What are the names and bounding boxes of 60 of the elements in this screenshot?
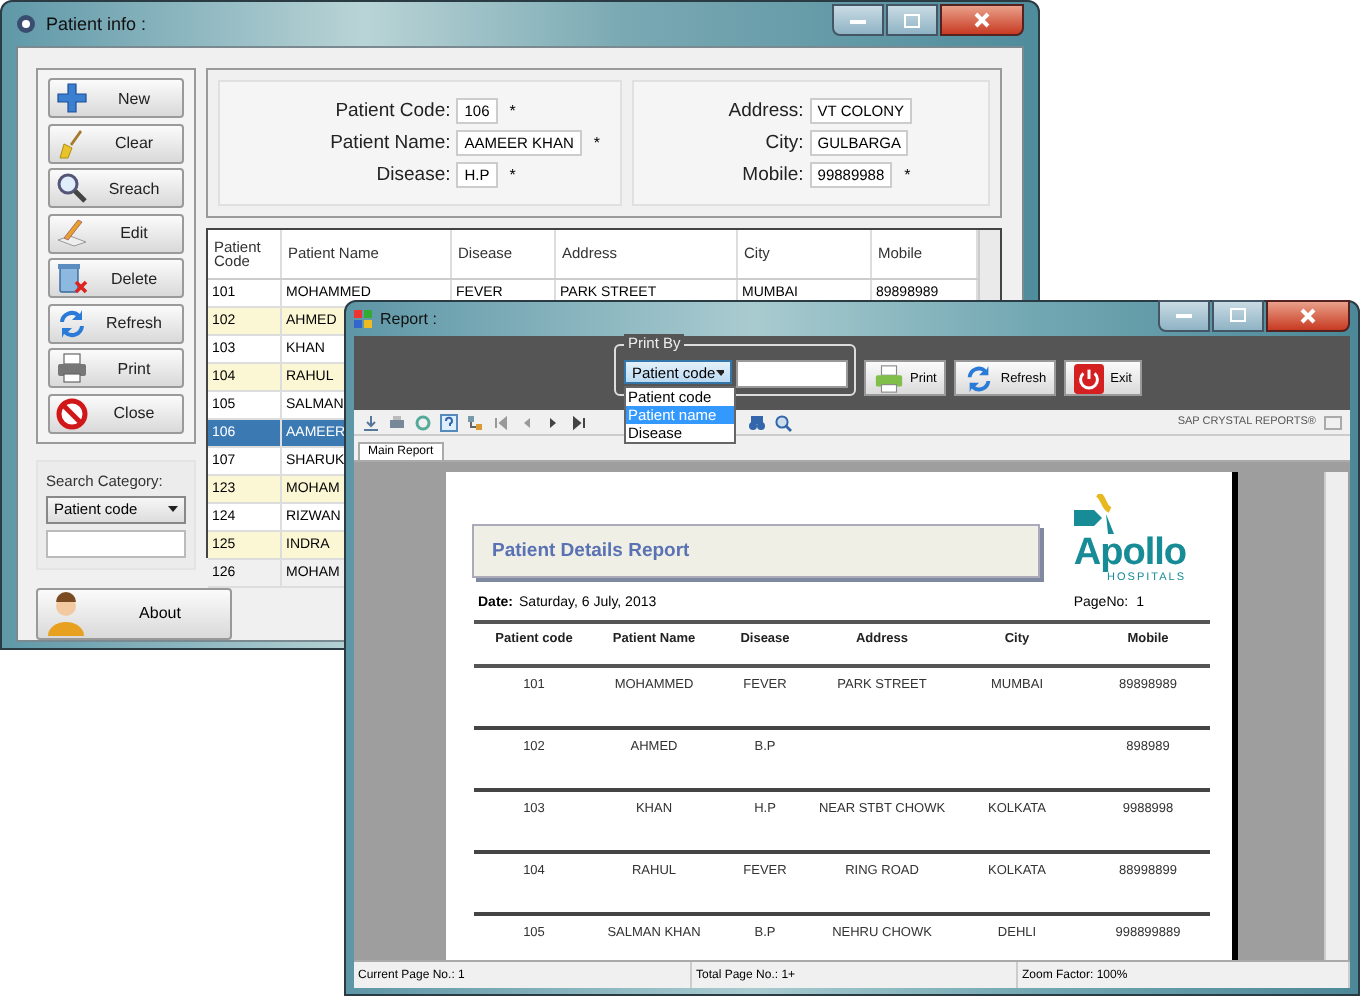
printer-icon [874,363,904,393]
toolbar-button[interactable]: Sreach [48,168,184,208]
maximize-button[interactable] [886,4,938,36]
last-page-icon[interactable] [570,413,588,431]
required-mark: * [593,134,600,152]
required-mark: * [509,102,516,120]
scrollbar[interactable] [1324,472,1348,960]
field-label: Patient Code: [333,100,451,122]
printer-icon [56,352,88,384]
field-label: Patient Name: [330,132,451,154]
binoculars-icon[interactable] [748,413,766,431]
maximize-button[interactable] [1212,299,1264,331]
input-field[interactable] [736,360,848,388]
field-label: Address: [728,100,804,122]
caret-icon [168,506,178,512]
report-title: Patient Details Report [472,524,1040,578]
minimize-button[interactable] [832,4,884,36]
about-button[interactable]: About [36,587,232,639]
search-icon [56,172,88,204]
app-icon [354,310,372,328]
help-icon[interactable] [440,413,458,431]
tree-icon[interactable] [466,413,484,431]
required-mark: * [904,166,911,184]
zoom-icon[interactable] [774,413,792,431]
toolbar-button[interactable]: Close [48,393,184,433]
close-icon [974,12,990,28]
export-icon[interactable] [362,413,380,431]
pencil-icon [56,217,88,249]
search-field[interactable] [46,529,186,557]
person-icon [44,591,88,635]
toolbar-button[interactable]: Clear [48,123,184,163]
window-title: Report : [380,310,437,328]
minimize-button[interactable] [1158,299,1210,331]
required-mark: * [509,166,516,184]
broom-icon [56,127,88,159]
refresh-icon [56,307,88,339]
minimize-icon [1176,312,1192,318]
power-icon [1074,363,1105,393]
toolbar-button[interactable]: Edit [48,213,184,253]
toolbar-button[interactable]: Print [48,348,184,388]
toolbar-button[interactable]: New [48,78,184,118]
no-entry-icon [56,397,88,429]
toolbar-button[interactable]: Refresh [48,303,184,343]
plus-icon [56,82,88,114]
caret-icon [715,369,724,375]
field-label: Mobile: [740,164,804,186]
maximize-icon [904,13,920,27]
maximize-icon [1230,308,1246,322]
toolbar-button[interactable]: Delete [48,258,184,298]
close-icon [1300,307,1316,323]
app-icon [16,14,36,34]
field-label: Disease: [374,164,451,186]
trash-icon [56,262,88,294]
field-label: City: [763,132,804,154]
refresh-icon [964,363,995,393]
minimize-icon [850,17,866,23]
close-button[interactable] [1266,299,1350,331]
window-title: Patient info : [46,14,147,34]
close-button[interactable] [940,4,1024,36]
print-icon[interactable] [388,413,406,431]
